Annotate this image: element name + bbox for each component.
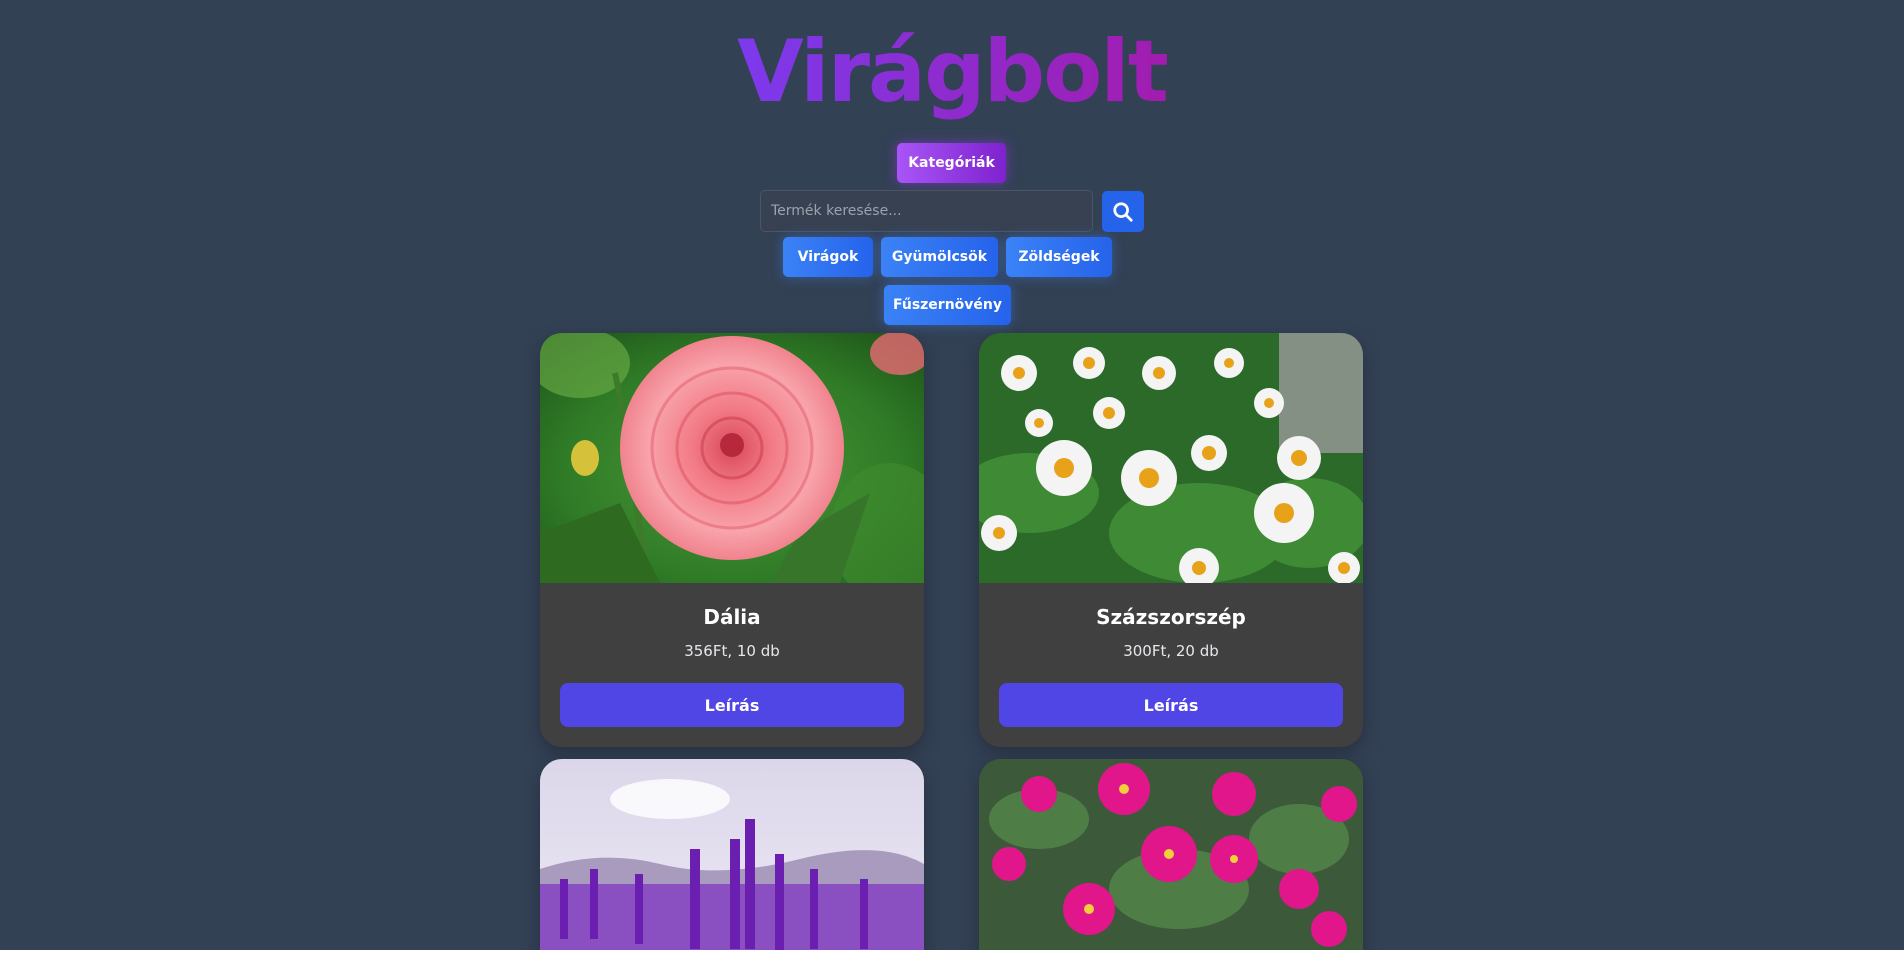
filter-button-fuszernoveny[interactable]: Fűszernövény xyxy=(884,285,1011,325)
filter-button-zoldsegek[interactable]: Zöldségek xyxy=(1006,237,1112,277)
product-card-szazszorszep: Százszorszép 300Ft, 20 db Leírás xyxy=(979,333,1363,747)
description-button-dalia[interactable]: Leírás xyxy=(560,683,904,727)
filter-button-viragok[interactable]: Virágok xyxy=(783,237,873,277)
page: Virágbolt Kategóriák Virágok Gyümölcsök … xyxy=(0,0,1904,950)
search-button[interactable] xyxy=(1102,191,1144,232)
categories-button[interactable]: Kategóriák xyxy=(897,143,1006,183)
filter-button-gyumolcsok[interactable]: Gyümölcsök xyxy=(881,237,998,277)
page-title: Virágbolt xyxy=(737,22,1169,122)
search-icon xyxy=(1113,201,1133,222)
product-price: 300Ft, 20 db xyxy=(1123,642,1219,660)
product-price: 356Ft, 10 db xyxy=(684,642,780,660)
product-name: Százszorszép xyxy=(1096,605,1246,629)
product-card-3 xyxy=(540,759,924,950)
product-card-4 xyxy=(979,759,1363,950)
description-button-szazszorszep[interactable]: Leírás xyxy=(999,683,1343,727)
product-image-lavender xyxy=(540,759,924,950)
search-input[interactable] xyxy=(760,190,1093,232)
product-image-szazszorszep xyxy=(979,333,1363,583)
product-card-dalia: Dália 356Ft, 10 db Leírás xyxy=(540,333,924,747)
product-image-dalia xyxy=(540,333,924,583)
product-image-petunia xyxy=(979,759,1363,950)
product-name: Dália xyxy=(703,605,761,629)
